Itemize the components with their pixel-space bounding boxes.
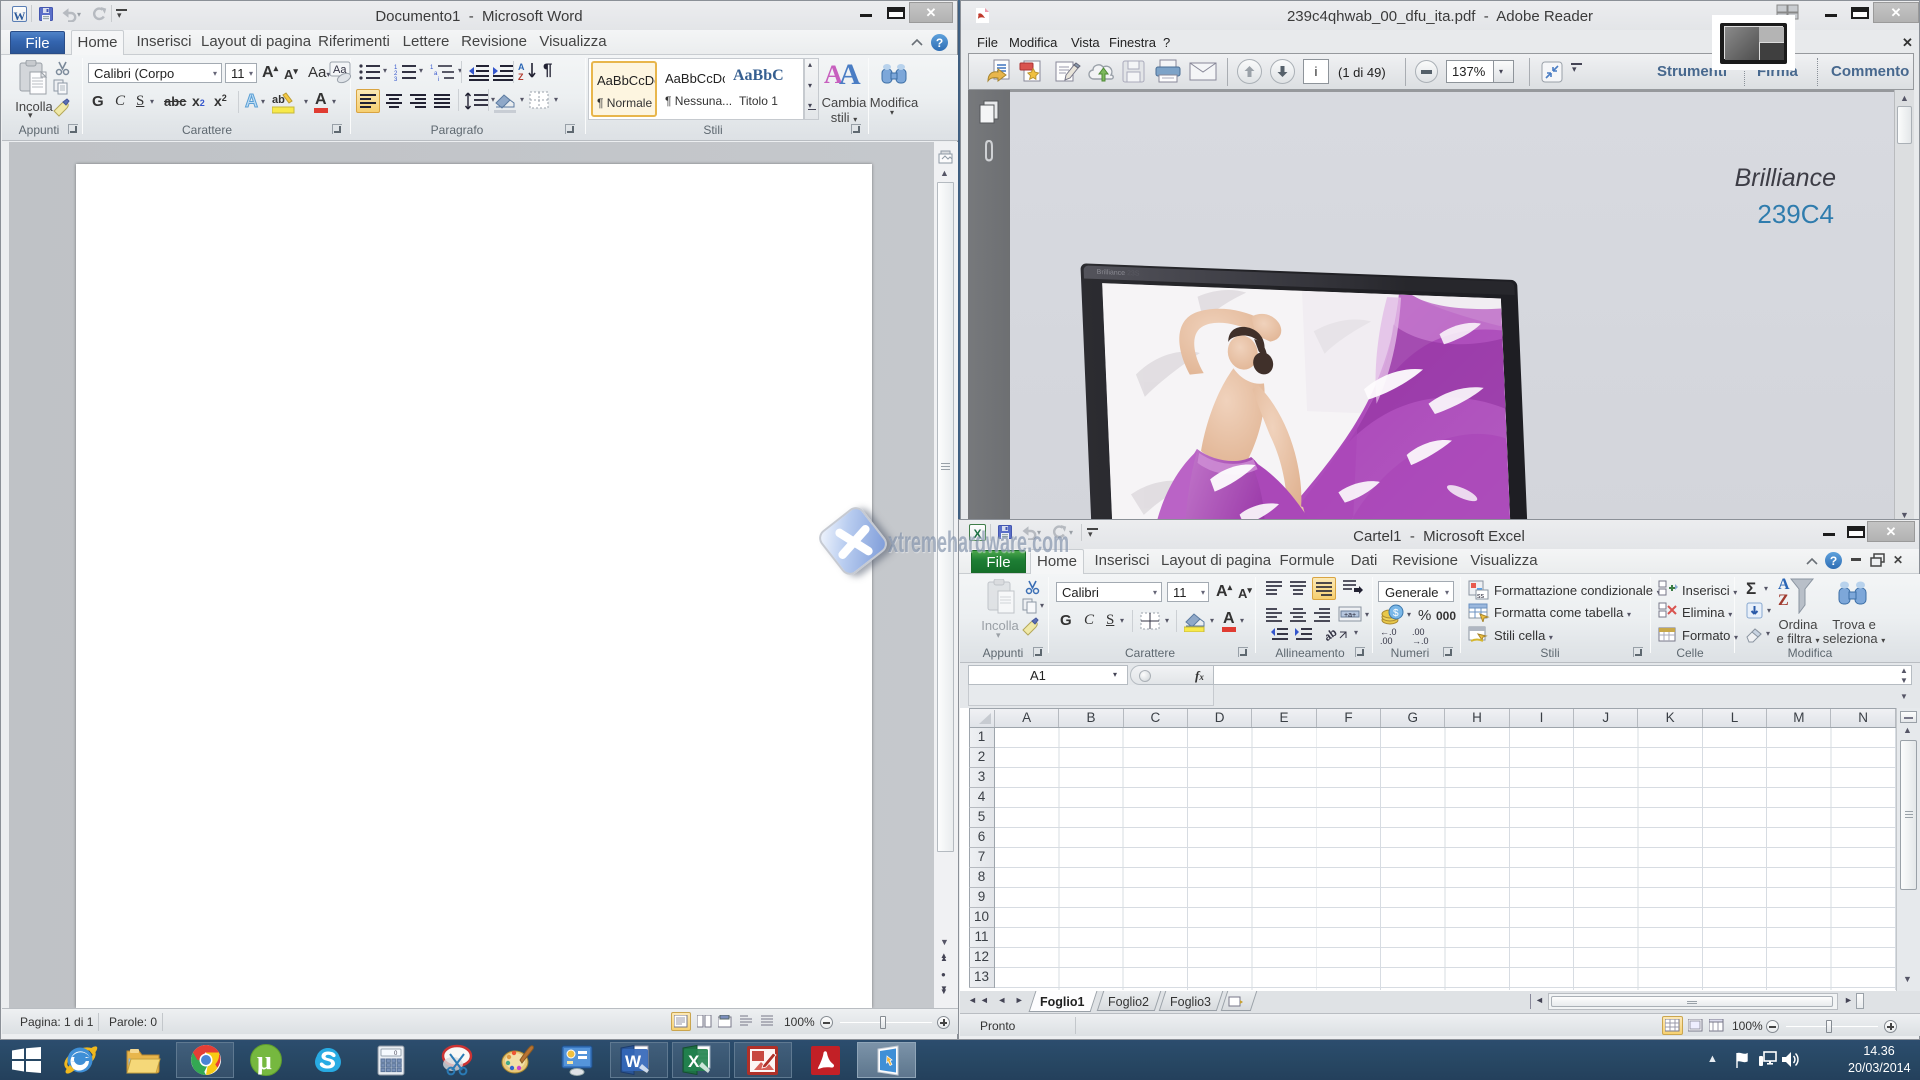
svg-text:$: $ <box>1393 608 1399 619</box>
svg-text:ab: ab <box>1326 627 1340 644</box>
svg-text:+a+: +a+ <box>1344 612 1356 619</box>
svg-text:3: 3 <box>394 77 398 81</box>
svg-text:μ: μ <box>257 1046 272 1075</box>
svg-text:→.0: →.0 <box>1412 636 1429 644</box>
svg-text:ss: ss <box>1477 593 1485 600</box>
svg-text:i: i <box>438 77 439 81</box>
svg-text:X: X <box>688 1052 700 1071</box>
svg-text:A: A <box>518 62 525 72</box>
svg-text:Z: Z <box>518 72 524 82</box>
svg-text:.00: .00 <box>1380 636 1393 644</box>
